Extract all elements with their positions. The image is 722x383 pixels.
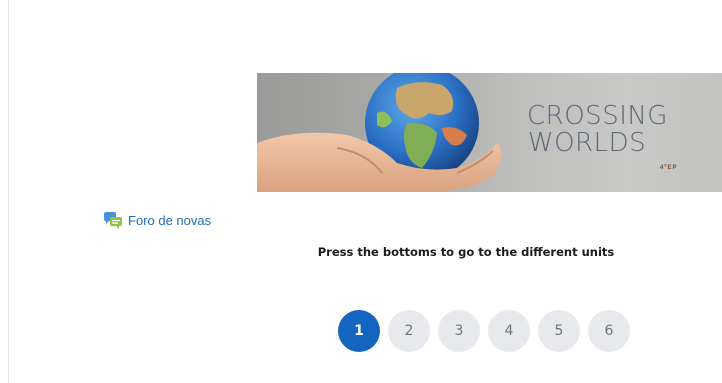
- banner-title: CROSSING WORLDS: [527, 101, 668, 158]
- unit-buttons: 1 2 3 4 5 6: [338, 310, 630, 352]
- forum-link-label[interactable]: Foro de novas: [128, 213, 211, 228]
- forum-link[interactable]: Foro de novas: [103, 210, 211, 230]
- banner-grade-label: 4ºEP: [660, 165, 678, 171]
- unit-button-2[interactable]: 2: [388, 310, 430, 352]
- left-divider: [8, 0, 9, 383]
- banner-title-line2: WORLDS: [527, 128, 647, 158]
- unit-button-1[interactable]: 1: [338, 310, 380, 352]
- course-page: CROSSING WORLDS 4ºEP Foro de novas Press…: [0, 0, 722, 383]
- globe-in-hands-illustration: [257, 73, 502, 192]
- unit-button-5[interactable]: 5: [538, 310, 580, 352]
- unit-button-3[interactable]: 3: [438, 310, 480, 352]
- instruction-text: Press the bottoms to go to the different…: [317, 245, 615, 259]
- unit-button-4[interactable]: 4: [488, 310, 530, 352]
- unit-button-6[interactable]: 6: [588, 310, 630, 352]
- banner-title-line1: CROSSING: [527, 101, 668, 131]
- forum-chat-icon: [103, 210, 123, 230]
- course-banner: CROSSING WORLDS 4ºEP: [257, 73, 722, 192]
